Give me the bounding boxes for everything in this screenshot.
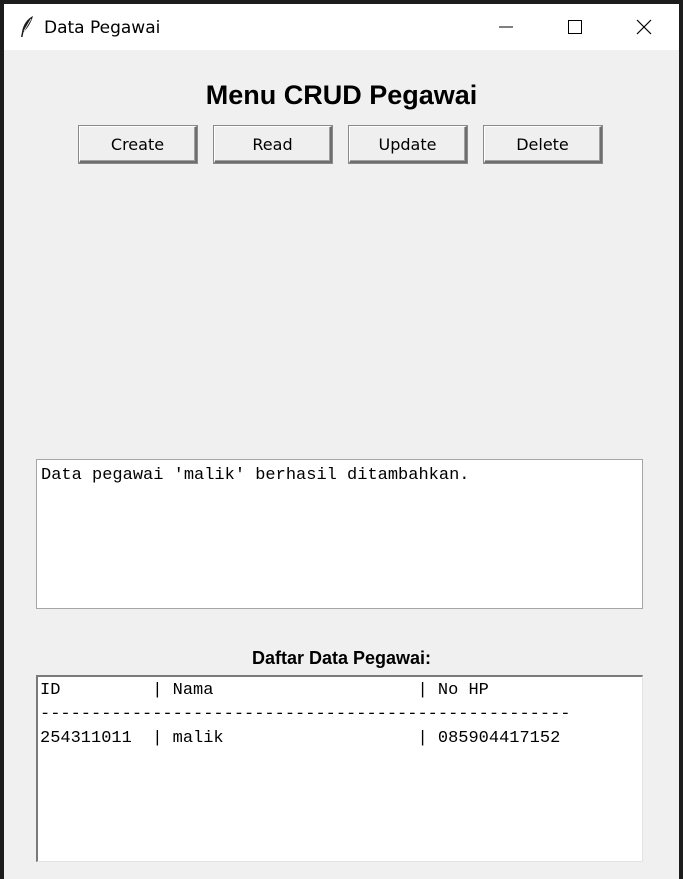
maximize-icon (568, 20, 582, 34)
message-text: Data pegawai 'malik' berhasil ditambahka… (41, 466, 470, 485)
minimize-button[interactable] (471, 4, 541, 50)
minimize-icon (499, 26, 513, 28)
list-separator: ----------------------------------------… (40, 705, 571, 724)
list-header-row: ID | Nama | No HP (40, 681, 489, 700)
app-window: Data Pegawai Menu CRUD Pegawai Create Re… (0, 0, 683, 879)
close-button[interactable] (609, 4, 679, 50)
window-title: Data Pegawai (44, 18, 161, 38)
title-bar[interactable]: Data Pegawai (4, 4, 679, 50)
close-icon (636, 19, 652, 35)
maximize-button[interactable] (540, 4, 610, 50)
create-button[interactable]: Create (79, 126, 197, 163)
employee-list-label: Daftar Data Pegawai: (251, 648, 432, 668)
page-title: Menu CRUD Pegawai (205, 80, 478, 110)
delete-button[interactable]: Delete (484, 126, 602, 163)
table-row[interactable]: 254311011 | malik | 085904417152 (40, 729, 560, 753)
message-textbox[interactable]: Data pegawai 'malik' berhasil ditambahka… (36, 459, 643, 609)
employee-listbox[interactable]: ID | Nama | No HP ----------------------… (36, 675, 643, 862)
update-button[interactable]: Update (349, 126, 467, 163)
client-area: Menu CRUD Pegawai Create Read Update Del… (4, 50, 679, 879)
read-button[interactable]: Read (214, 126, 332, 163)
feather-icon (21, 16, 33, 37)
